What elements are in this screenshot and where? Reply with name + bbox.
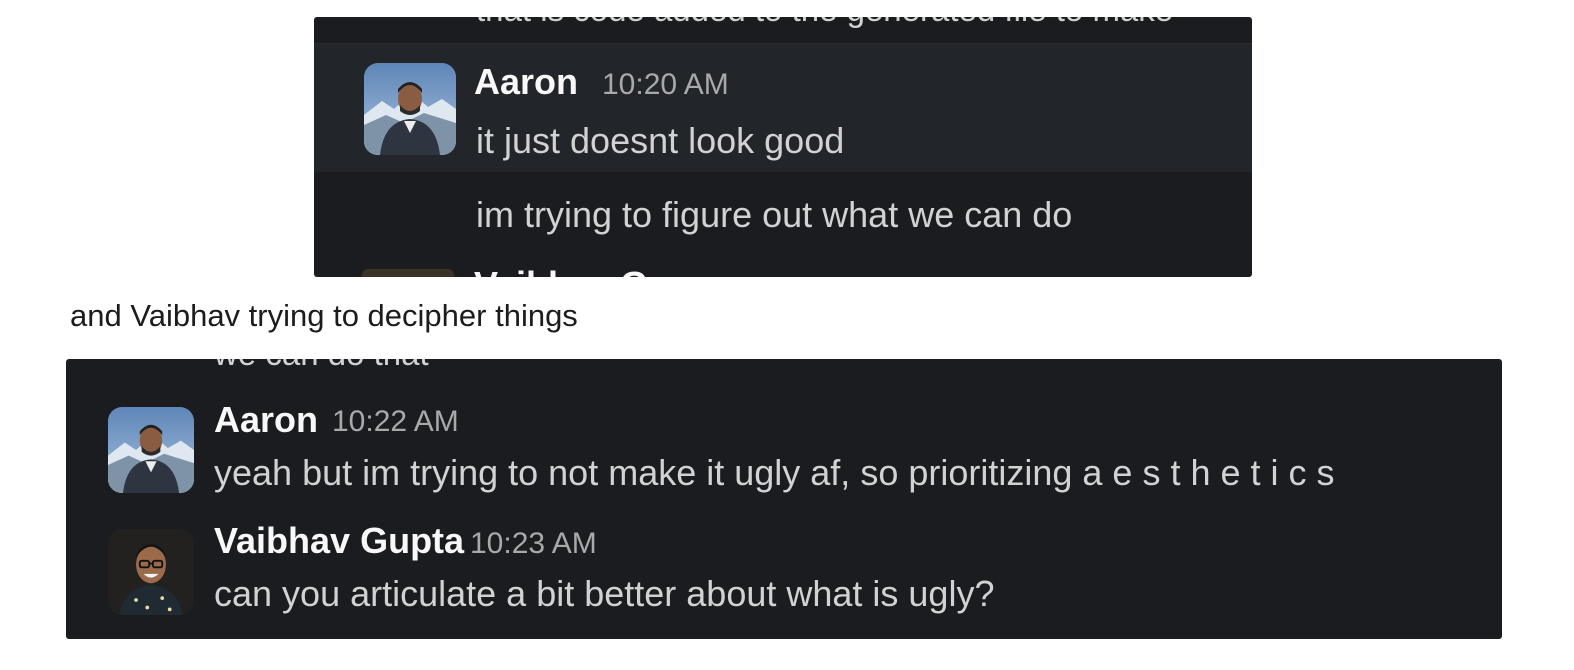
author-name[interactable]: Vaibhav Gupta	[214, 520, 464, 562]
cut-off-message: that is code added to the generated file…	[476, 17, 1173, 29]
author-name[interactable]: Aaron	[474, 61, 578, 103]
caption: and Vaibhav trying to decipher things	[70, 298, 578, 333]
slack-screenshot-top: that is code added to the generated file…	[314, 17, 1252, 277]
message-text: it just doesnt look good	[476, 120, 845, 161]
aaron-avatar-icon[interactable]	[364, 63, 456, 155]
message-text: im trying to figure out what we can do	[476, 194, 1073, 235]
cut-off-message: we can do that	[214, 359, 429, 373]
aaron-avatar-icon[interactable]	[108, 407, 194, 493]
message-timestamp[interactable]: 10:22 AM	[332, 405, 459, 439]
cut-off-author-name: Vaibhav G	[474, 264, 648, 277]
message-text: yeah but im trying to not make it ugly a…	[214, 452, 1335, 493]
message-timestamp[interactable]: 10:20 AM	[602, 68, 729, 102]
author-name[interactable]: Aaron	[214, 399, 318, 441]
cut-off-avatar	[362, 269, 454, 277]
message-text: can you articulate a bit better about wh…	[214, 573, 995, 614]
message-timestamp[interactable]: 10:23 AM	[470, 527, 597, 561]
slack-screenshot-bottom: we can do that Aaron 10:22 AM yeah but i…	[66, 359, 1502, 639]
vaibhav-avatar-icon[interactable]	[108, 529, 194, 615]
